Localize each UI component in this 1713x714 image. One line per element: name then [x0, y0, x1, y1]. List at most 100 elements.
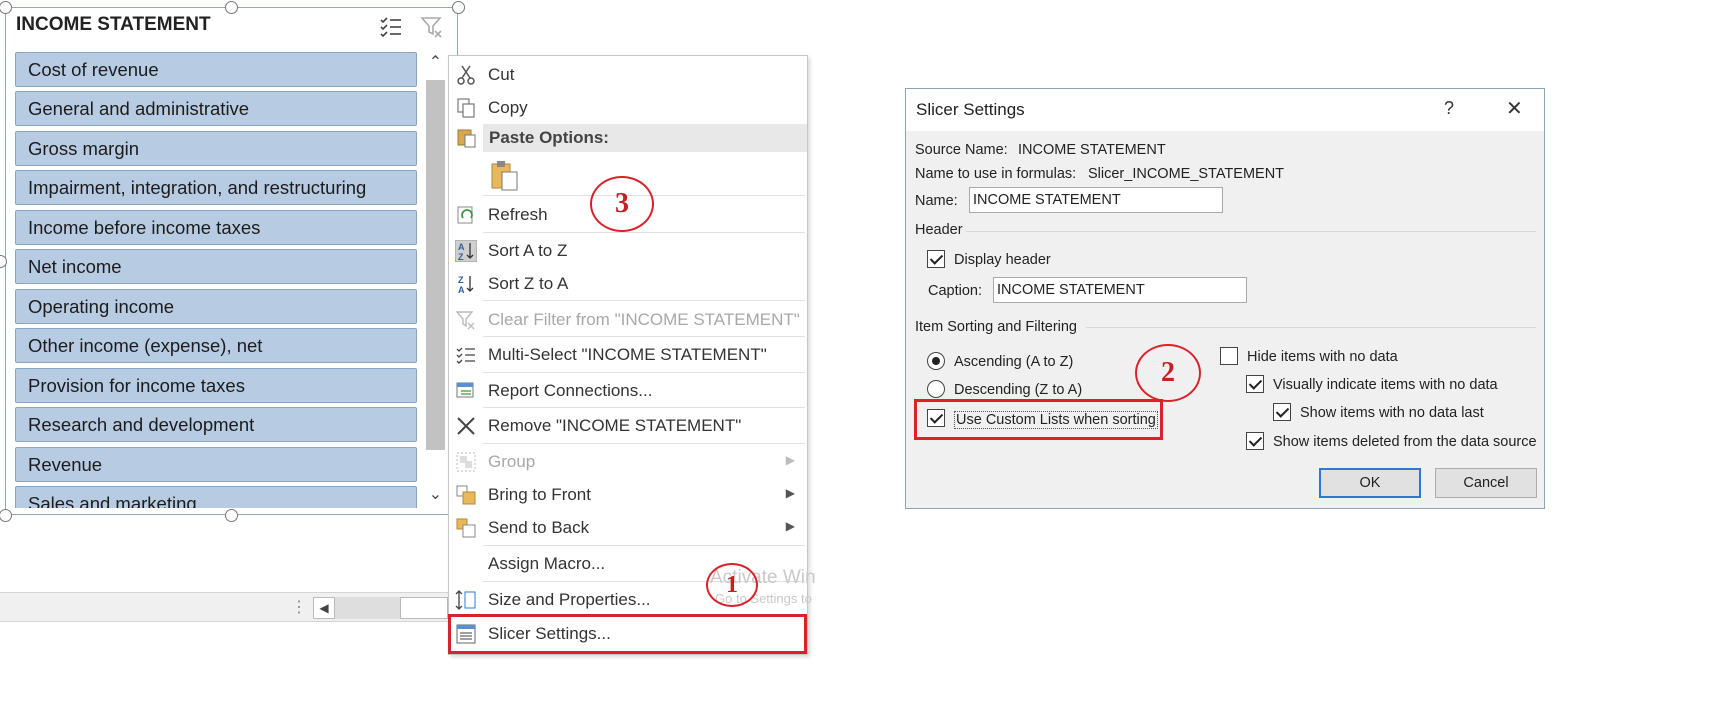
menu-item-remove[interactable]: Remove "INCOME STATEMENT"	[449, 409, 807, 443]
slicer-item[interactable]: Other income (expense), net	[15, 328, 417, 363]
clear-filter-icon	[455, 311, 475, 330]
slicer-header: INCOME STATEMENT	[16, 14, 211, 35]
menu-item-send-to-back[interactable]: Send to Back ▶	[449, 511, 807, 545]
slicer-item-list: Cost of revenue General and administrati…	[15, 52, 417, 508]
horizontal-scroll-thumb[interactable]	[400, 597, 448, 619]
scroll-up-icon[interactable]: ⌃	[424, 52, 447, 74]
descending-radio[interactable]	[927, 380, 945, 398]
menu-separator	[483, 545, 805, 546]
section-divider	[966, 231, 1536, 232]
dialog-title: Slicer Settings	[916, 100, 1025, 119]
ascending-radio[interactable]	[927, 352, 945, 370]
paste-icon	[457, 129, 476, 148]
splitter-dots-icon[interactable]: ⋮	[291, 597, 307, 617]
scroll-thumb[interactable]	[426, 80, 445, 450]
slicer-item[interactable]: Revenue	[15, 447, 417, 482]
annotation-circle-2: 2	[1135, 344, 1201, 402]
display-header-checkbox[interactable]	[927, 250, 945, 268]
source-name-label: Source Name:	[915, 142, 1008, 158]
slicer-item[interactable]: Net income	[15, 249, 417, 284]
resize-handle[interactable]	[225, 509, 238, 522]
ok-button[interactable]: OK	[1319, 468, 1421, 498]
menu-label: Cut	[488, 65, 515, 84]
send-to-back-icon	[456, 518, 476, 538]
menu-item-bring-to-front[interactable]: Bring to Front ▶	[449, 478, 807, 512]
highlight-use-custom-lists	[914, 399, 1163, 440]
menu-item-group: Group ▶	[449, 445, 807, 479]
sort-az-icon: A Z	[455, 240, 477, 262]
menu-item-report-connections[interactable]: Report Connections...	[449, 374, 807, 408]
menu-label: Refresh	[488, 205, 548, 224]
slicer-item[interactable]: Income before income taxes	[15, 210, 417, 245]
visually-indicate-checkbox[interactable]	[1246, 375, 1264, 393]
menu-item-cut[interactable]: Cut	[449, 58, 807, 92]
help-button[interactable]: ?	[1444, 98, 1454, 119]
dialog-titlebar: Slicer Settings ? ✕	[906, 89, 1544, 131]
resize-handle[interactable]	[225, 1, 238, 14]
menu-item-multi-select[interactable]: Multi-Select "INCOME STATEMENT"	[449, 338, 807, 372]
menu-label: Group	[488, 452, 536, 471]
report-connections-icon	[456, 382, 474, 398]
slicer-item[interactable]: Cost of revenue	[15, 52, 417, 87]
visually-indicate-label: Visually indicate items with no data	[1273, 377, 1498, 393]
show-items-last-checkbox[interactable]	[1273, 403, 1291, 421]
multi-select-icon	[456, 347, 475, 364]
slicer-scrollbar[interactable]: ⌃ ⌄	[424, 52, 447, 508]
annotation-circle-3: 3	[590, 176, 654, 232]
svg-text:A: A	[458, 242, 465, 252]
svg-text:Z: Z	[458, 252, 464, 262]
menu-label: Send to Back	[488, 518, 590, 537]
bring-to-front-icon	[456, 485, 476, 505]
menu-item-copy[interactable]: Copy	[449, 91, 807, 125]
slicer-item[interactable]: Provision for income taxes	[15, 368, 417, 403]
scroll-left-icon[interactable]: ◀	[313, 597, 335, 619]
close-icon[interactable]: ✕	[1506, 96, 1523, 121]
menu-label: Copy	[488, 98, 528, 117]
annotation-circle-1: 1	[706, 563, 758, 607]
multi-select-icon[interactable]	[378, 14, 404, 40]
sorting-section-label: Item Sorting and Filtering	[915, 319, 1077, 335]
context-menu: Cut Copy Paste Options: Refresh A Z Sort…	[448, 55, 808, 655]
show-deleted-checkbox[interactable]	[1246, 432, 1264, 450]
menu-item-sort-az[interactable]: A Z Sort A to Z	[449, 234, 807, 268]
slicer[interactable]: INCOME STATEMENT Cost of revenue General…	[5, 7, 458, 515]
refresh-icon	[457, 206, 473, 224]
header-section-label: Header	[915, 222, 963, 238]
menu-item-sort-za[interactable]: Z A Sort Z to A	[449, 267, 807, 301]
name-label: Name:	[915, 193, 958, 209]
menu-label: Assign Macro...	[488, 554, 606, 573]
paste-options-header: Paste Options:	[483, 124, 807, 152]
slicer-item[interactable]: Impairment, integration, and restructuri…	[15, 170, 417, 205]
sort-za-icon: Z A	[458, 275, 474, 295]
slicer-item[interactable]: Gross margin	[15, 131, 417, 166]
menu-item-clear-filter: Clear Filter from "INCOME STATEMENT"	[449, 303, 807, 337]
menu-label: Sort A to Z	[488, 241, 568, 260]
paste-option-clipboard-icon[interactable]	[489, 160, 521, 192]
clear-filter-icon[interactable]	[419, 14, 445, 40]
svg-text:A: A	[458, 285, 465, 295]
caption-label: Caption:	[928, 283, 983, 299]
submenu-arrow-icon: ▶	[785, 486, 795, 500]
section-divider	[1086, 327, 1536, 328]
slicer-item[interactable]: Research and development	[15, 407, 417, 442]
ascending-label: Ascending (A to Z)	[954, 354, 1074, 370]
menu-separator	[483, 443, 805, 444]
hide-items-checkbox[interactable]	[1220, 347, 1238, 365]
formula-name-label: Name to use in formulas:	[915, 166, 1077, 182]
menu-separator	[483, 300, 805, 301]
size-properties-icon	[455, 590, 476, 610]
caption-input[interactable]: INCOME STATEMENT	[993, 277, 1247, 303]
cancel-button[interactable]: Cancel	[1435, 468, 1537, 498]
horizontal-scroll-track[interactable]	[335, 597, 400, 619]
scroll-down-icon[interactable]: ⌄	[424, 484, 447, 506]
svg-text:Z: Z	[458, 275, 464, 285]
slicer-item[interactable]: Operating income	[15, 289, 417, 324]
show-items-last-label: Show items with no data last	[1300, 405, 1484, 421]
slicer-item[interactable]: Sales and marketing	[15, 486, 417, 508]
resize-handle[interactable]	[452, 1, 465, 14]
resize-handle[interactable]	[0, 509, 12, 522]
slicer-item[interactable]: General and administrative	[15, 91, 417, 126]
name-input[interactable]: INCOME STATEMENT	[969, 187, 1223, 213]
menu-label: Multi-Select "INCOME STATEMENT"	[488, 345, 767, 364]
submenu-arrow-icon: ▶	[785, 519, 795, 533]
